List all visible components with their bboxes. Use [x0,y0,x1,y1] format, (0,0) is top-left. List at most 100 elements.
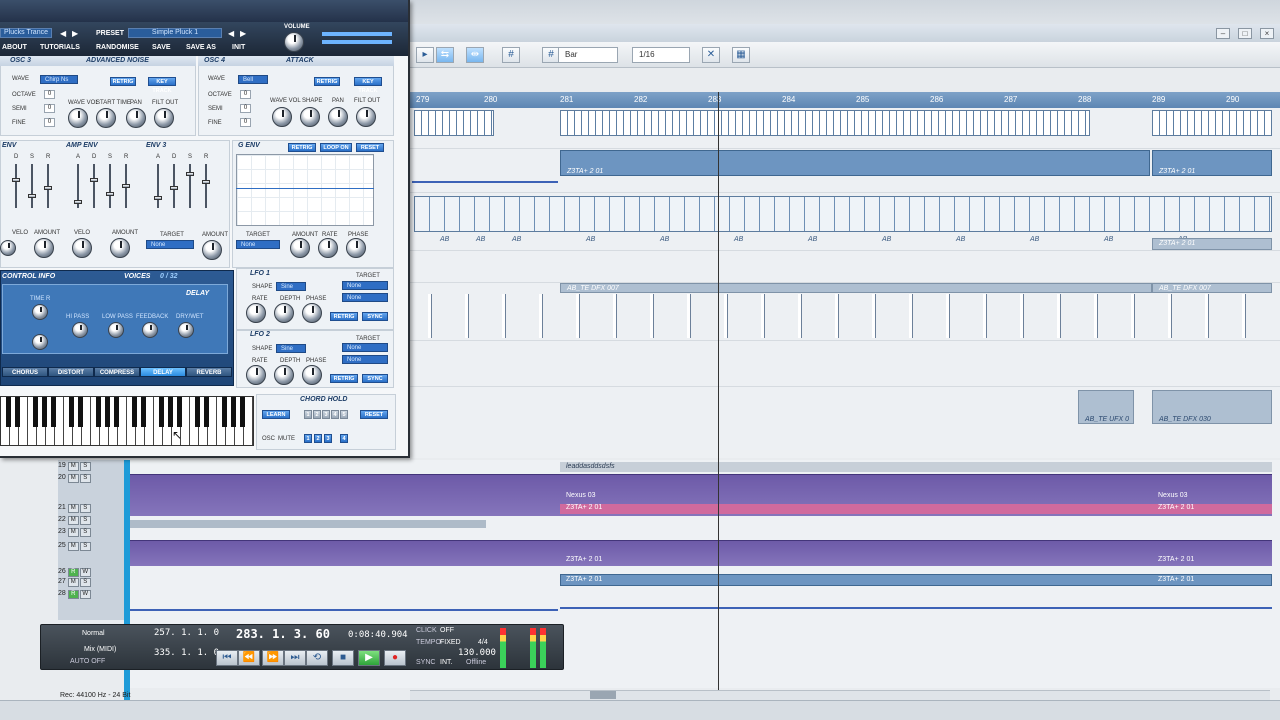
chord-reset-button[interactable]: RESET [360,410,388,419]
chord-step-2[interactable]: 2 [313,410,321,419]
osc3-wave-select[interactable]: Chirp Ns [40,75,78,84]
osc3-retrig-button[interactable]: RETRIG [110,77,136,86]
track-header[interactable]: 28 RW [58,590,128,601]
color-palette-icon[interactable]: ▦ [732,47,750,63]
black-key[interactable] [177,397,182,427]
piano-keyboard[interactable] [0,396,254,446]
grid-icon[interactable]: # [502,47,520,63]
audio-event[interactable]: AB_TE DFX 007 [1152,283,1272,293]
chord-step-5[interactable]: 5 [340,410,348,419]
amp-attack-slider[interactable] [74,164,82,208]
osc4-wave-vol-knob[interactable] [272,107,292,127]
amp-velo-knob[interactable] [72,238,92,258]
lfo1-rate-knob[interactable] [246,303,266,323]
record-enable-button[interactable]: R [67,590,79,599]
track-header[interactable]: 20 MS [58,474,128,485]
black-key[interactable] [195,397,200,427]
delay-drywet-knob[interactable] [178,322,194,338]
genv-phase-knob[interactable] [346,238,366,258]
amp-amount-knob[interactable] [110,238,130,258]
solo-button[interactable]: S [79,504,91,513]
tempo-mode[interactable]: FIXED [440,639,461,646]
save-as-link[interactable]: SAVE AS [186,44,216,51]
about-link[interactable]: ABOUT [2,44,27,51]
black-key[interactable] [15,397,20,427]
preset-category[interactable]: Plucks Trance [0,28,52,38]
solo-button[interactable]: S [79,542,91,551]
midi-part[interactable] [1152,110,1272,136]
next-preset-icon[interactable]: ▶ [240,29,246,38]
solo-button[interactable]: S [79,578,91,587]
audio-event[interactable]: AB_TE UFX 0 [1078,390,1134,424]
genv-retrig-button[interactable]: RETRIG [288,143,316,152]
project-cursor[interactable] [718,92,719,692]
lfo2-target-2[interactable]: None [342,355,388,364]
chord-step-3[interactable]: 3 [322,410,330,419]
midi-part[interactable]: Z3TA+ 2 01 [1152,238,1272,250]
folder-part[interactable]: leaddasddsdsfs [560,462,1272,472]
fx-tab-reverb[interactable]: REVERB [186,367,232,377]
close-button[interactable]: × [1260,28,1274,39]
track-header[interactable]: 23 MS [58,528,128,539]
osc4-fine[interactable]: 0 [240,118,251,127]
black-key[interactable] [240,397,245,427]
lfo2-depth-knob[interactable] [274,365,294,385]
chord-step-1[interactable]: 1 [304,410,312,419]
genv-editor[interactable] [236,154,374,226]
genv-reset-button[interactable]: RESET [356,143,384,152]
black-key[interactable] [6,397,11,427]
black-key[interactable] [222,397,227,427]
init-link[interactable]: INIT [232,44,245,51]
osc4-pan-knob[interactable] [328,107,348,127]
snap-type-select[interactable]: Bar [558,47,618,63]
cycle-icon[interactable]: ⟲ [306,650,328,666]
black-key[interactable] [51,397,56,427]
quantize-select[interactable]: 1/16 [632,47,690,63]
solo-button[interactable]: S [79,474,91,483]
osc4-filt-out-knob[interactable] [356,107,376,127]
click-toggle[interactable]: OFF [440,627,454,634]
right-locator[interactable]: 335. 1. 1. 0 [154,648,219,658]
lfo2-sync-button[interactable]: SYNC [362,374,388,383]
scrollbar-thumb[interactable] [590,691,616,699]
black-key[interactable] [141,397,146,427]
time-display[interactable]: 0:08:40.904 [348,630,408,640]
lfo2-target-1[interactable]: None [342,343,388,352]
next-category-icon[interactable]: ▶ [72,29,78,38]
osc4-wave-select[interactable]: Bell [238,75,268,84]
preset-name[interactable]: Simple Pluck 1 [128,28,222,38]
maximize-button[interactable]: □ [1238,28,1252,39]
osc3-semi[interactable]: 0 [44,104,55,113]
env1-amount-knob[interactable] [34,238,54,258]
time-signature[interactable]: 4/4 [478,639,488,646]
track-header[interactable]: 21 MS [58,504,128,515]
auto-quantize-toggle[interactable]: AUTO OFF [70,658,105,665]
delay-lowpass-knob[interactable] [108,322,124,338]
black-key[interactable] [33,397,38,427]
genv-target-select[interactable]: None [236,240,280,249]
toolbar-tool-icon[interactable]: ▸ [416,47,434,63]
osc4-semi[interactable]: 0 [240,104,251,113]
audio-event[interactable]: AB_TE DFX 007 [560,283,1152,293]
track-header[interactable]: 19 MS [58,462,128,473]
genv-rate-knob[interactable] [318,238,338,258]
osc3-pan-knob[interactable] [126,108,146,128]
volume-knob[interactable] [284,32,304,52]
record-enable-button[interactable]: R [67,568,79,577]
osc-mute-2[interactable]: 2 [314,434,322,443]
chord-step-4[interactable]: 4 [331,410,339,419]
black-key[interactable] [105,397,110,427]
fx-tab-compress[interactable]: COMPRESS [94,367,140,377]
drum-hits[interactable] [420,294,1272,338]
midi-part[interactable]: Z3TA+ 2 01 [560,150,1150,176]
write-button[interactable]: W [79,568,91,577]
black-key[interactable] [132,397,137,427]
black-key[interactable] [231,397,236,427]
horizontal-scrollbar[interactable] [410,690,1270,700]
solo-button[interactable]: S [79,516,91,525]
fx-tab-chorus[interactable]: CHORUS [2,367,48,377]
go-to-end-icon[interactable]: ⏭ [284,650,306,666]
track-header[interactable]: 27 MS [58,578,128,589]
lfo1-target-2[interactable]: None [342,293,388,302]
env3-decay-slider[interactable] [170,164,178,208]
